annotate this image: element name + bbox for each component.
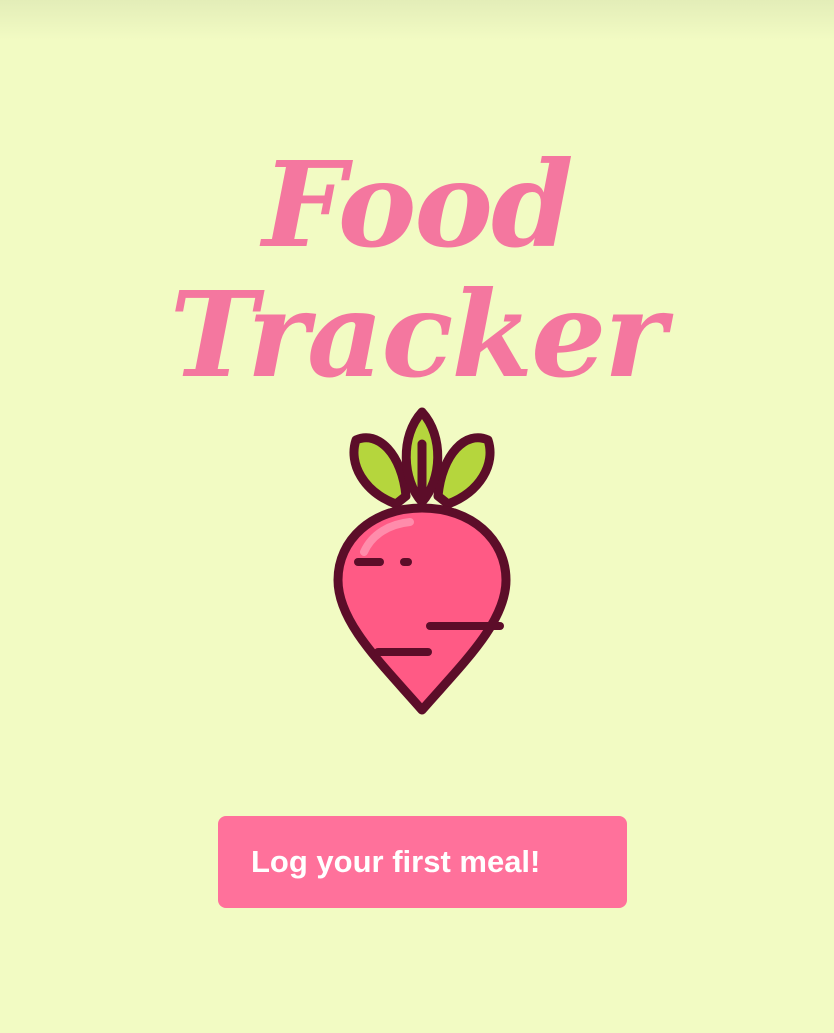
app-title: Food Tracker [169, 135, 667, 404]
radish-icon [333, 407, 511, 715]
log-first-meal-button[interactable]: Log your first meal! [218, 816, 627, 908]
top-fade [0, 0, 834, 40]
